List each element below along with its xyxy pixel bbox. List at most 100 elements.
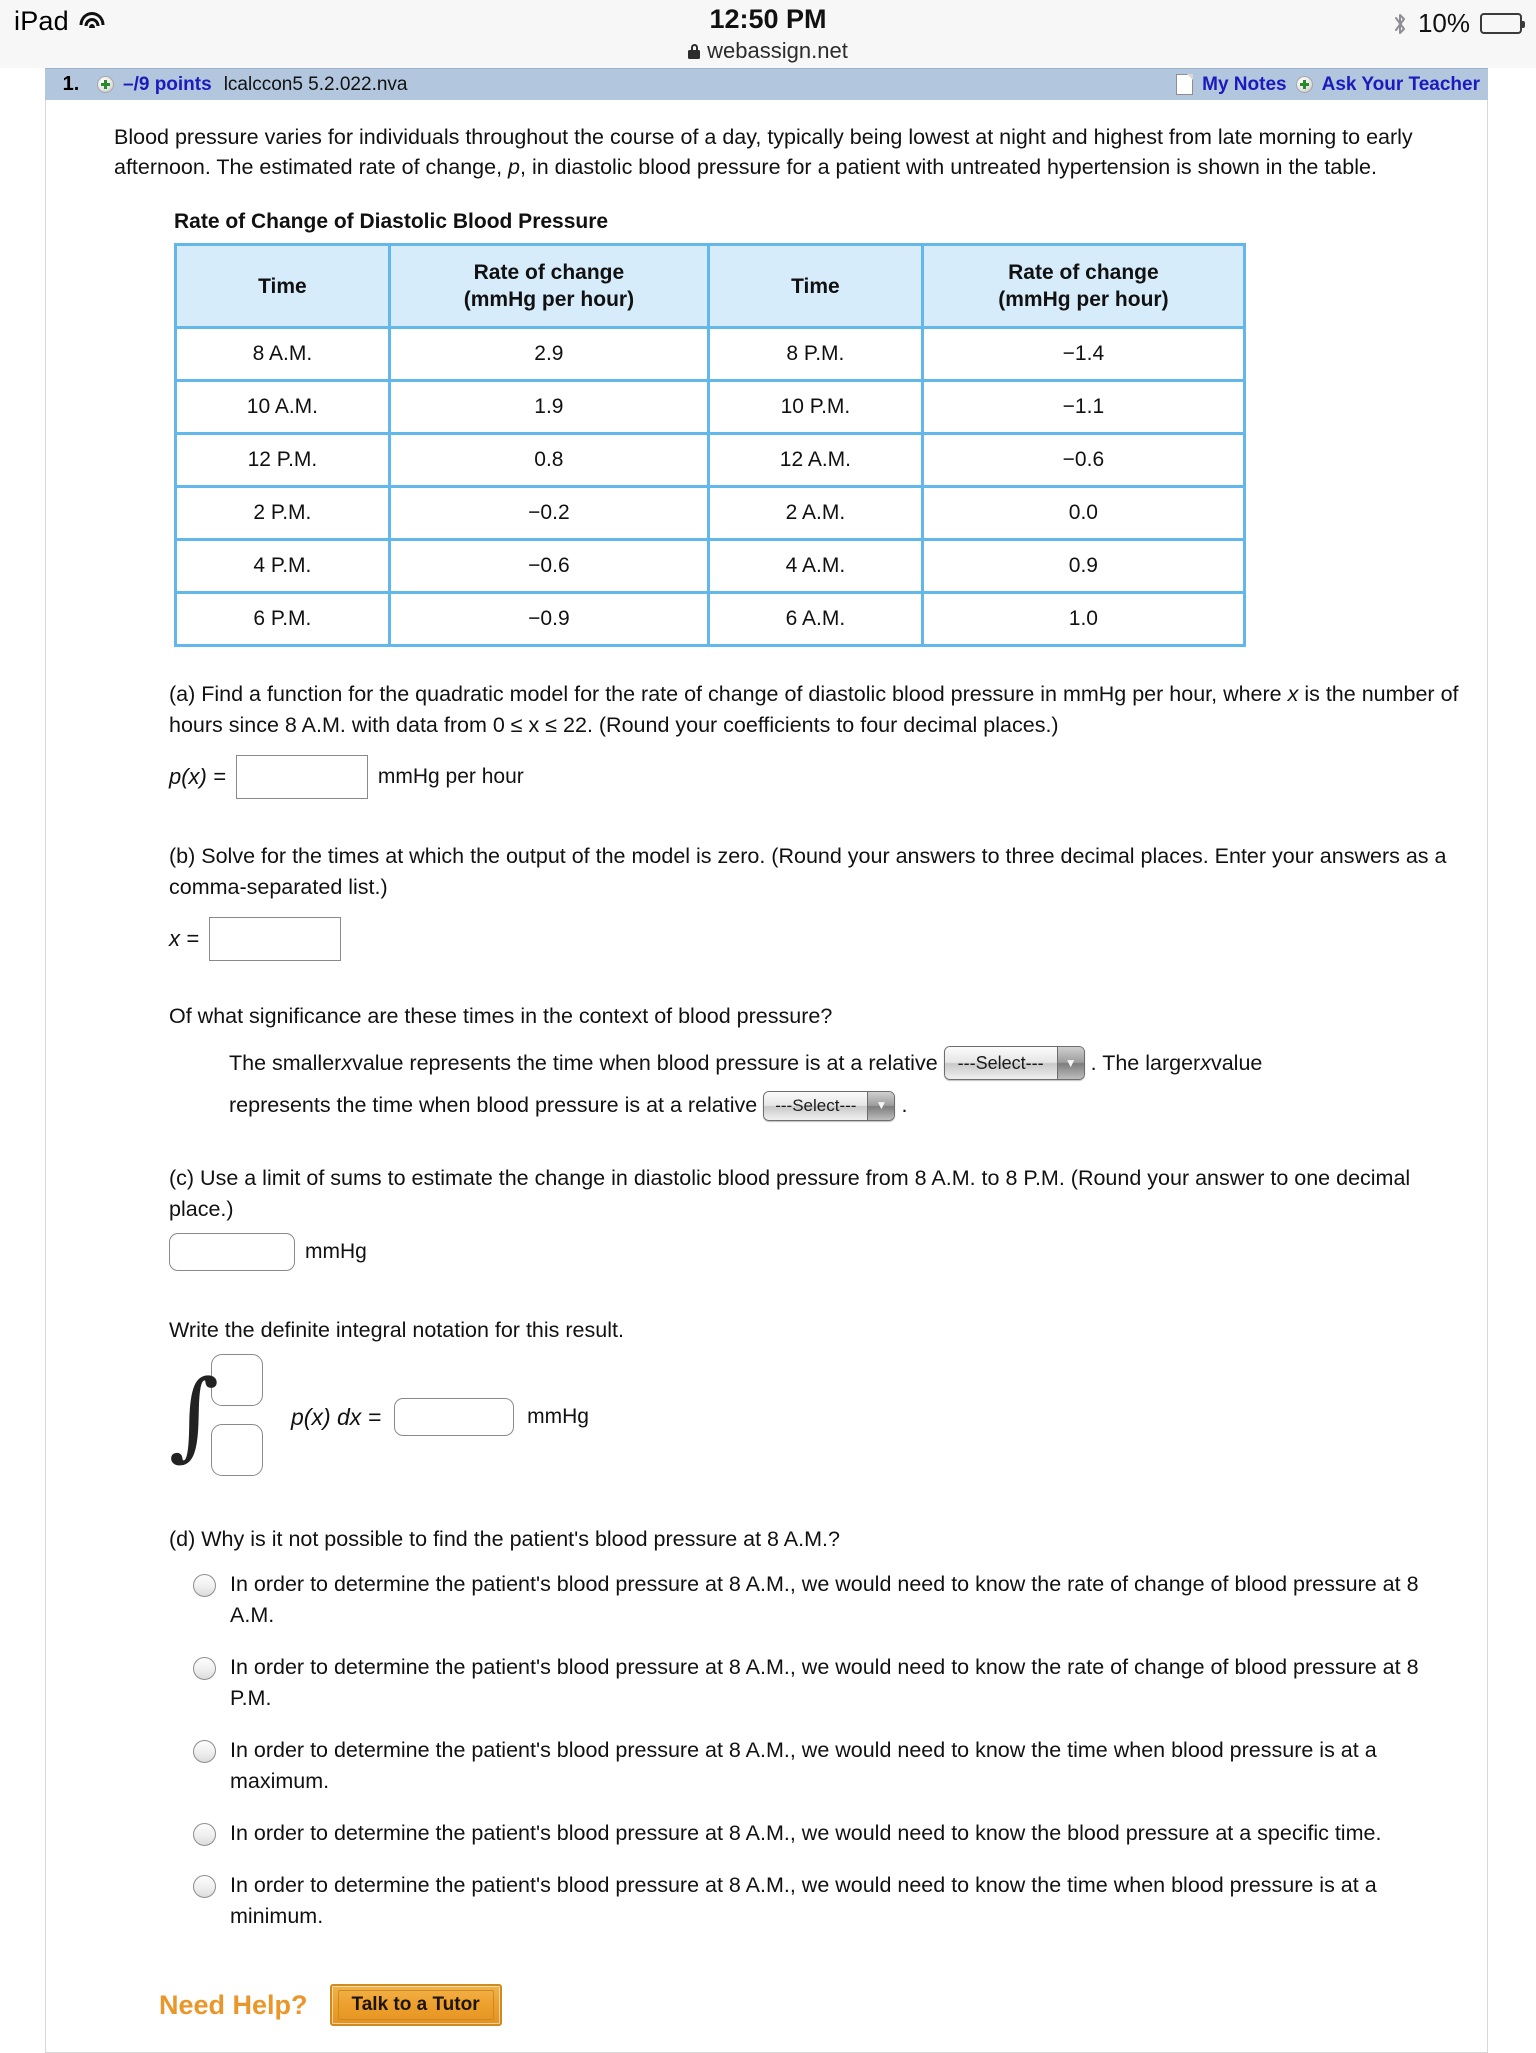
question-body: Blood pressure varies for individuals th… [45, 100, 1488, 2053]
note-page-icon[interactable] [1176, 74, 1194, 95]
sent2-period: . [901, 1093, 908, 1117]
radio-button-icon[interactable] [193, 1657, 216, 1680]
radio-option[interactable]: In order to determine the patient's bloo… [193, 1652, 1459, 1714]
part-c-input[interactable] [169, 1233, 295, 1271]
significance-sentence-1: The smaller x value represents the time … [229, 1046, 1459, 1080]
url-display[interactable]: webassign.net [0, 37, 1536, 65]
radio-option-label: In order to determine the patient's bloo… [230, 1821, 1382, 1845]
significance-question: Of what significance are these times in … [169, 1004, 833, 1028]
col-header-rate-right-line2: (mmHg per hour) [998, 288, 1169, 311]
cell-rate-left: 2.9 [390, 329, 710, 382]
ask-your-teacher-link[interactable]: Ask Your Teacher [1322, 74, 1480, 96]
cell-time-left: 6 P.M. [177, 594, 391, 644]
talk-to-tutor-label: Talk to a Tutor [337, 1990, 494, 2020]
cell-time-left: 2 P.M. [177, 488, 391, 541]
part-a-prompt: (a) Find a function for the quadratic mo… [169, 679, 1459, 741]
radio-option[interactable]: In order to determine the patient's bloo… [193, 1870, 1459, 1932]
radio-option-label: In order to determine the patient's bloo… [230, 1655, 1419, 1710]
cell-time-right: 2 A.M. [710, 488, 924, 541]
cell-rate-right: −1.1 [923, 382, 1243, 435]
part-d-prompt: (d) Why is it not possible to find the p… [169, 1527, 840, 1551]
col-header-rate-left: Rate of change (mmHg per hour) [390, 246, 710, 329]
question-container: 1. –/9 points lcalccon5 5.2.022.nva My N… [45, 68, 1488, 2053]
significance-sentence-2: represents the time when blood pressure … [229, 1090, 1459, 1121]
cell-rate-left: 1.9 [390, 382, 710, 435]
part-b: (b) Solve for the times at which the out… [114, 841, 1459, 1121]
need-help-row: Need Help? Talk to a Tutor [159, 1984, 1459, 2026]
integral-tail: p(x) dx = mmHg [291, 1398, 589, 1436]
radio-button-icon[interactable] [193, 1875, 216, 1898]
part-b-label: x = [169, 926, 199, 951]
chevron-down-icon: ▼ [867, 1091, 895, 1120]
ask-teacher-plus-icon[interactable] [1295, 76, 1313, 93]
url-text: webassign.net [707, 38, 848, 63]
question-header-bar: 1. –/9 points lcalccon5 5.2.022.nva My N… [45, 68, 1488, 100]
integral-sign-icon: ∫ [169, 1359, 220, 1471]
table-row: 4 P.M. −0.6 4 A.M. 0.9 [177, 541, 1243, 594]
integrand-label: p(x) dx = [291, 1403, 382, 1430]
part-a-var-x: x [1287, 682, 1299, 706]
integral-unit: mmHg [527, 1405, 589, 1428]
radio-button-icon[interactable] [193, 1823, 216, 1846]
table-header-row: Time Rate of change (mmHg per hour) Time… [177, 246, 1243, 329]
intro-var-p: p [508, 155, 520, 179]
select-larger-x[interactable]: ---Select--- ▼ [763, 1090, 896, 1121]
col-header-time-left: Time [177, 246, 391, 329]
cell-time-right: 4 A.M. [710, 541, 924, 594]
col-header-rate-left-line1: Rate of change [473, 261, 625, 284]
table-row: 10 A.M. 1.9 10 P.M. −1.1 [177, 382, 1243, 435]
select-smaller-x-value: ---Select--- [944, 1047, 1057, 1079]
part-c-unit: mmHg [305, 1240, 367, 1263]
part-a-unit: mmHg per hour [377, 765, 524, 788]
radio-option-label: In order to determine the patient's bloo… [230, 1873, 1377, 1928]
battery-percent: 10% [1417, 8, 1470, 38]
sent1-text-d: value [1210, 1050, 1263, 1075]
intro-text-2: , in diastolic blood pressure for a pati… [520, 155, 1377, 179]
table-row: 8 A.M. 2.9 8 P.M. −1.4 [177, 329, 1243, 382]
radio-button-icon[interactable] [193, 1574, 216, 1597]
cell-time-left: 12 P.M. [177, 435, 391, 488]
cell-time-left: 10 A.M. [177, 382, 391, 435]
part-a: (a) Find a function for the quadratic mo… [114, 679, 1459, 799]
part-b-input[interactable] [208, 917, 341, 961]
battery-icon [1480, 13, 1525, 34]
cell-time-left: 4 P.M. [177, 541, 391, 594]
question-code: lcalccon5 5.2.022.nva [223, 73, 408, 95]
sent1-text-c: . The larger [1090, 1050, 1201, 1075]
sent1-text-a: The smaller [229, 1050, 342, 1075]
table-row: 6 P.M. −0.9 6 A.M. 1.0 [177, 594, 1243, 644]
col-header-time-right: Time [710, 246, 924, 329]
cell-time-right: 6 A.M. [710, 594, 924, 644]
cell-rate-right: 1.0 [923, 594, 1243, 644]
question-number: 1. [62, 73, 80, 95]
cell-rate-right: 0.9 [923, 541, 1243, 594]
chevron-down-icon: ▼ [1056, 1047, 1084, 1079]
rate-of-change-table: Time Rate of change (mmHg per hour) Time… [174, 243, 1246, 647]
talk-to-tutor-button[interactable]: Talk to a Tutor [329, 1984, 502, 2026]
part-a-answer-row: p(x) = mmHg per hour [169, 755, 1459, 799]
cell-time-right: 10 P.M. [710, 382, 924, 435]
part-b-answer-row: x = [169, 917, 1459, 961]
cell-time-right: 8 P.M. [710, 329, 924, 382]
radio-option[interactable]: In order to determine the patient's bloo… [193, 1818, 1459, 1849]
part-a-input[interactable] [235, 755, 368, 799]
expand-plus-icon[interactable] [97, 76, 114, 93]
cell-rate-left: −0.2 [390, 488, 710, 541]
col-header-rate-left-line2: (mmHg per hour) [463, 288, 635, 311]
radio-option-label: In order to determine the patient's bloo… [230, 1572, 1419, 1627]
radio-option[interactable]: In order to determine the patient's bloo… [193, 1569, 1459, 1631]
status-bar-center: 12:50 PM webassign.net [0, 4, 1536, 65]
integral-result-input[interactable] [394, 1398, 515, 1436]
my-notes-link[interactable]: My Notes [1202, 74, 1286, 96]
part-a-label: p(x) = [169, 764, 226, 789]
radio-button-icon[interactable] [193, 1740, 216, 1763]
integral-prompt: Write the definite integral notation for… [169, 1318, 624, 1342]
part-b-prompt: (b) Solve for the times at which the out… [169, 844, 1447, 899]
data-table-block: Rate of Change of Diastolic Blood Pressu… [174, 210, 1459, 647]
points-label: –/9 points [123, 73, 212, 95]
radio-option[interactable]: In order to determine the patient's bloo… [193, 1735, 1459, 1797]
bluetooth-icon [1392, 12, 1408, 36]
part-d-option-list: In order to determine the patient's bloo… [193, 1569, 1459, 1932]
select-smaller-x[interactable]: ---Select--- ▼ [943, 1046, 1085, 1080]
part-a-prompt-1: (a) Find a function for the quadratic mo… [169, 682, 1288, 706]
